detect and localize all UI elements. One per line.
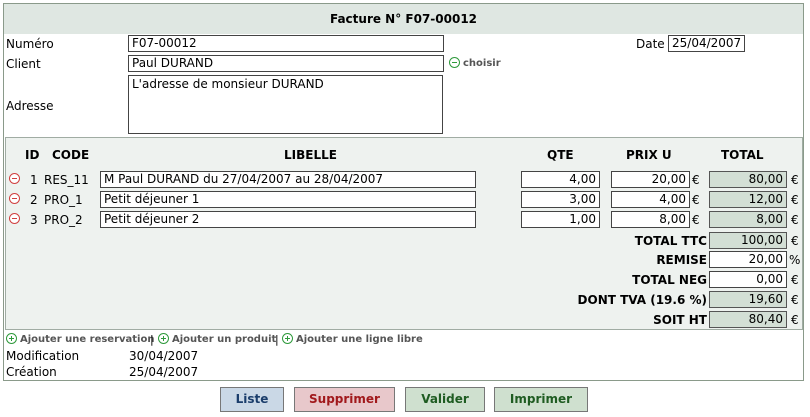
creation-label: Création <box>6 365 57 379</box>
add-reservation-icon[interactable] <box>6 333 17 344</box>
percent-symbol: % <box>789 253 801 267</box>
modification-value: 30/04/2007 <box>129 349 199 363</box>
remise-label: REMISE <box>656 253 707 267</box>
row-prix-input[interactable]: 4,00 <box>611 191 690 208</box>
currency-symbol: € <box>791 193 799 207</box>
row-id: 1 <box>30 173 38 187</box>
currency-symbol: € <box>791 313 799 327</box>
row-total: 80,00 <box>709 171 787 188</box>
row-total: 12,00 <box>709 191 787 208</box>
remise-input[interactable]: 20,00 <box>709 251 787 268</box>
add-product-icon[interactable] <box>158 333 169 344</box>
row-id: 3 <box>30 213 38 227</box>
row-code: PRO_2 <box>44 213 83 227</box>
numero-field[interactable]: F07-00012 <box>128 35 444 52</box>
supprimer-button[interactable]: Supprimer <box>294 387 395 412</box>
separator: | <box>275 333 279 346</box>
header-code: CODE <box>52 148 90 162</box>
add-free-line-link[interactable]: Ajouter une ligne libre <box>296 334 423 345</box>
row-prix-input[interactable]: 8,00 <box>611 211 690 228</box>
soit-ht-label: SOIT HT <box>653 313 707 327</box>
date-field[interactable]: 25/04/2007 <box>668 35 745 52</box>
soit-ht-value: 80,40 <box>709 311 787 328</box>
row-code: PRO_1 <box>44 193 83 207</box>
numero-label: Numéro <box>6 37 54 51</box>
total-neg-input[interactable]: 0,00 <box>709 271 787 288</box>
row-prix-input[interactable]: 20,00 <box>611 171 690 188</box>
dont-tva-value: 19,60 <box>709 291 787 308</box>
modification-label: Modification <box>6 349 80 363</box>
currency-symbol: € <box>791 173 799 187</box>
add-reservation-link[interactable]: Ajouter une reservation <box>20 334 154 345</box>
row-code: RES_11 <box>44 173 89 187</box>
adresse-textarea[interactable]: L'adresse de monsieur DURAND <box>128 75 443 134</box>
currency-symbol: € <box>692 213 700 227</box>
currency-symbol: € <box>791 234 799 248</box>
client-label: Client <box>6 57 41 71</box>
row-id: 2 <box>30 193 38 207</box>
page-title: Facture N° F07-00012 <box>4 4 803 34</box>
add-free-line-icon[interactable] <box>282 333 293 344</box>
add-product-link[interactable]: Ajouter un produit <box>172 334 276 345</box>
currency-symbol: € <box>791 293 799 307</box>
currency-symbol: € <box>791 273 799 287</box>
remove-row-icon[interactable] <box>9 173 20 184</box>
row-libelle-input[interactable]: M Paul DURAND du 27/04/2007 au 28/04/200… <box>100 171 476 188</box>
row-libelle-input[interactable]: Petit déjeuner 1 <box>100 191 476 208</box>
liste-button[interactable]: Liste <box>220 387 284 412</box>
creation-value: 25/04/2007 <box>129 365 199 379</box>
total-ttc-label: TOTAL TTC <box>634 234 707 248</box>
remove-row-icon[interactable] <box>9 213 20 224</box>
choisir-link[interactable]: choisir <box>463 58 501 69</box>
header-prix: PRIX U <box>626 148 672 162</box>
header-total: TOTAL <box>721 148 764 162</box>
date-label: Date <box>636 37 665 51</box>
header-id: ID <box>25 148 40 162</box>
row-libelle-input[interactable]: Petit déjeuner 2 <box>100 211 476 228</box>
row-qte-input[interactable]: 1,00 <box>521 211 600 228</box>
remove-row-icon[interactable] <box>9 193 20 204</box>
header-qte: QTE <box>547 148 574 162</box>
imprimer-button[interactable]: Imprimer <box>494 387 588 412</box>
adresse-label: Adresse <box>6 99 54 113</box>
currency-symbol: € <box>692 193 700 207</box>
row-qte-input[interactable]: 4,00 <box>521 171 600 188</box>
client-field[interactable]: Paul DURAND <box>128 55 444 72</box>
total-neg-label: TOTAL NEG <box>632 273 707 287</box>
header-libelle: LIBELLE <box>284 148 337 162</box>
choose-client-icon[interactable] <box>449 57 460 68</box>
currency-symbol: € <box>692 173 700 187</box>
row-qte-input[interactable]: 3,00 <box>521 191 600 208</box>
total-ttc-value: 100,00 <box>709 232 787 249</box>
valider-button[interactable]: Valider <box>405 387 485 412</box>
dont-tva-label: DONT TVA (19.6 %) <box>577 293 707 307</box>
row-total: 8,00 <box>709 211 787 228</box>
currency-symbol: € <box>791 213 799 227</box>
separator: | <box>150 333 154 346</box>
